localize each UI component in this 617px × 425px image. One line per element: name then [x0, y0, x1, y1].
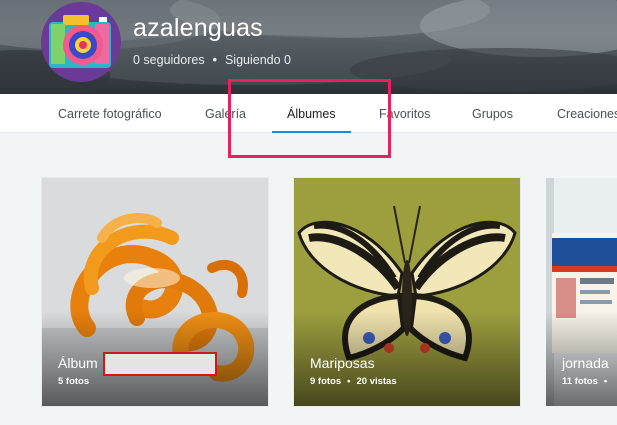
tab-groups[interactable]: Grupos — [472, 94, 513, 132]
tab-gallery[interactable]: Galería — [205, 94, 246, 132]
profile-username: azalenguas — [133, 14, 263, 42]
album-title: Mariposas — [310, 355, 375, 371]
album-title: Álbum — [58, 355, 98, 371]
followers-count[interactable]: 0 seguidores — [133, 53, 205, 67]
album-meta: 11 fotos • — [562, 376, 613, 387]
album-card[interactable]: Mariposas 9 fotos • 20 vistas — [294, 178, 520, 406]
album-card[interactable]: jornada 11 fotos • — [546, 178, 617, 406]
album-photo-count: 5 fotos — [58, 376, 90, 387]
avatar[interactable] — [41, 2, 121, 82]
profile-banner: azalenguas 0 seguidores • Siguiendo 0 — [0, 0, 617, 94]
tab-creations[interactable]: Creaciones — [557, 94, 617, 132]
album-view-count: 20 vistas — [356, 376, 397, 387]
album-meta: 9 fotos • 20 vistas — [310, 376, 397, 387]
redacted-album-name — [103, 352, 217, 376]
album-photo-count: 9 fotos — [310, 376, 342, 387]
tab-albums[interactable]: Álbumes — [272, 94, 351, 133]
tab-camera-roll[interactable]: Carrete fotográfico — [58, 94, 162, 132]
meta-separator: • — [603, 376, 608, 387]
profile-stats: 0 seguidores • Siguiendo 0 — [133, 53, 291, 67]
album-photo-count: 11 fotos — [562, 376, 598, 387]
album-title: jornada — [562, 355, 609, 371]
tab-favorites[interactable]: Favoritos — [379, 94, 430, 132]
album-meta: 5 fotos — [58, 376, 89, 387]
camera-icon — [49, 15, 111, 68]
following-count[interactable]: Siguiendo 0 — [225, 53, 291, 67]
profile-nav: Carrete fotográfico Galería Álbumes Favo… — [0, 94, 617, 133]
stats-separator: • — [212, 53, 217, 67]
meta-separator: • — [347, 376, 351, 387]
